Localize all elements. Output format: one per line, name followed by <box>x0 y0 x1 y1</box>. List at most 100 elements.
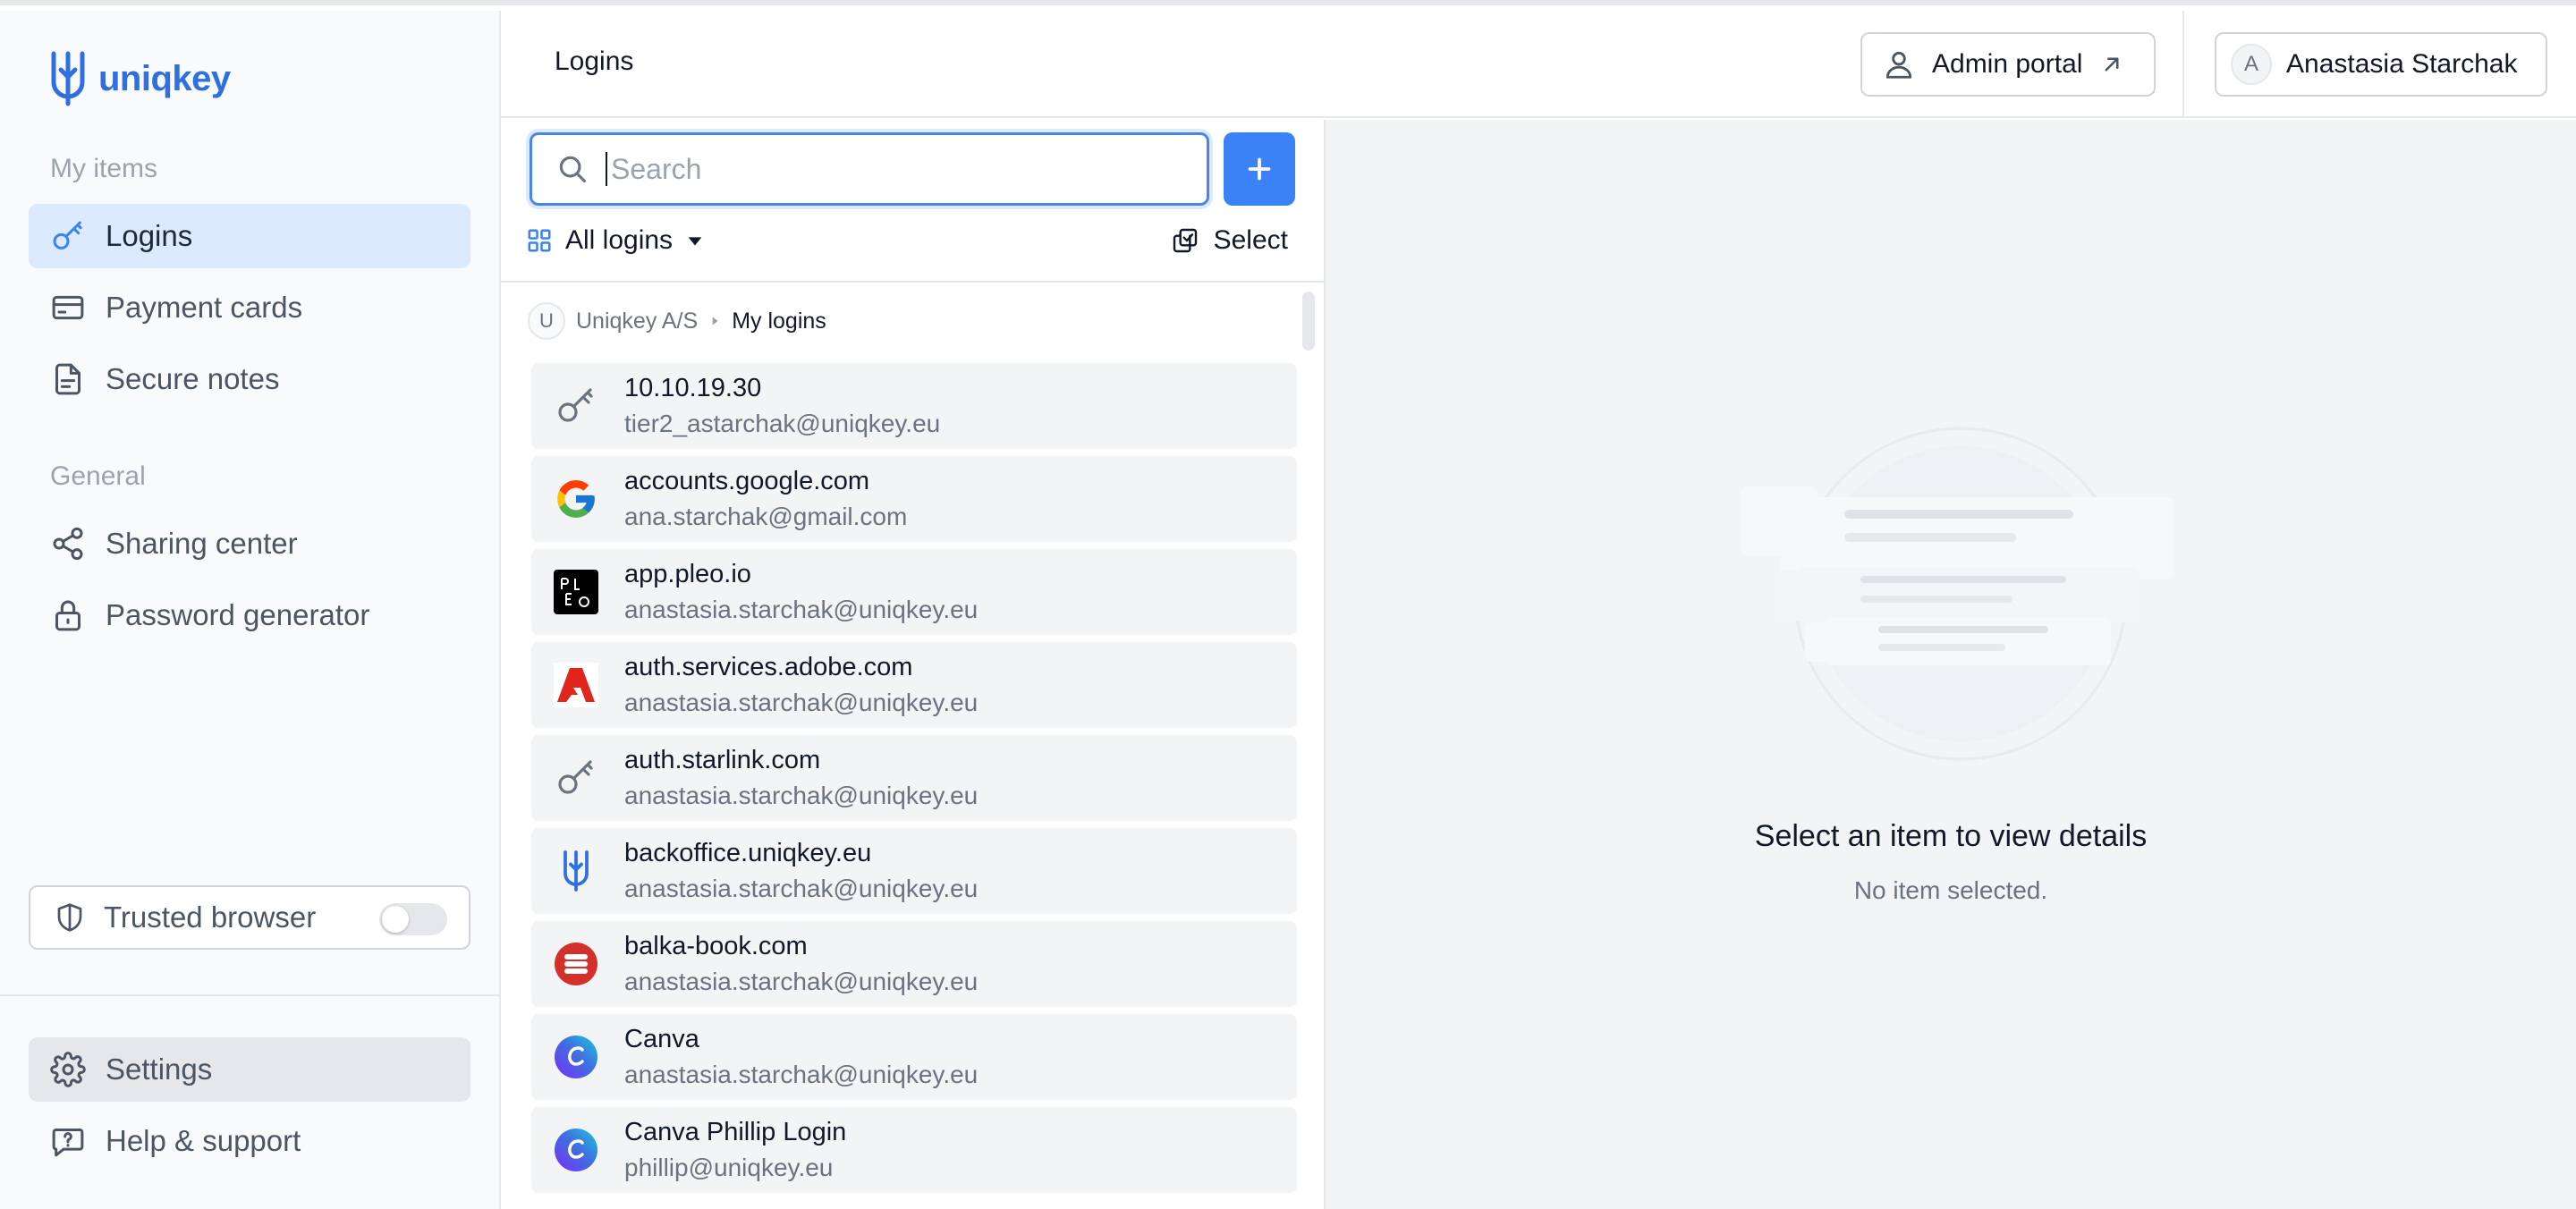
sidebar-item-secure-notes[interactable]: Secure notes <box>29 347 470 411</box>
logo-text: uniqkey <box>98 58 231 98</box>
empty-state-subtitle: No item selected. <box>1853 876 2048 904</box>
canva-icon <box>551 1032 601 1082</box>
page-title: Logins <box>555 46 634 76</box>
adobe-icon <box>551 660 601 710</box>
login-username: tier2_astarchak@uniqkey.eu <box>624 410 941 437</box>
login-row[interactable]: balka-book.com anastasia.starchak@uniqke… <box>531 921 1297 1007</box>
login-row[interactable]: app.pleo.io anastasia.starchak@uniqkey.e… <box>531 549 1297 635</box>
list-divider <box>501 281 1324 283</box>
credit-card-icon <box>52 295 84 320</box>
key-icon <box>551 753 601 803</box>
select-label: Select <box>1213 225 1288 255</box>
top-header: Logins Admin portal A Anastasia Starchak <box>501 11 2576 118</box>
sidebar-item-label: Sharing center <box>106 527 298 560</box>
note-icon <box>55 363 80 395</box>
login-username: anastasia.starchak@uniqkey.eu <box>624 689 979 716</box>
empty-state-illustration <box>1741 427 2174 761</box>
app-window: uniqkey My items Logins Payment cards Se… <box>0 0 2576 1209</box>
login-row[interactable]: 10.10.19.30 tier2_astarchak@uniqkey.eu <box>531 363 1297 449</box>
search-field[interactable]: Search <box>530 132 1209 206</box>
shield-icon <box>57 903 82 932</box>
balka-book-icon <box>551 939 601 989</box>
chevron-right-icon <box>712 317 718 326</box>
select-button[interactable]: Select <box>1171 225 1288 256</box>
sidebar-item-payment-cards[interactable]: Payment cards <box>29 275 470 340</box>
breadcrumb: U Uniqkey A/S My logins <box>528 302 826 340</box>
org-avatar: U <box>528 302 565 340</box>
sidebar-item-label: Secure notes <box>106 362 280 395</box>
trusted-browser-toggle[interactable] <box>379 903 447 935</box>
user-name: Anastasia Starchak <box>2286 49 2518 79</box>
login-title: Canva <box>624 1025 699 1053</box>
login-username: anastasia.starchak@uniqkey.eu <box>624 596 979 623</box>
sidebar-item-settings[interactable]: Settings <box>29 1037 470 1102</box>
sidebar: uniqkey My items Logins Payment cards Se… <box>0 11 501 1209</box>
uniqkey-logo-icon <box>51 51 85 106</box>
login-row[interactable]: auth.starlink.com anastasia.starchak@uni… <box>531 735 1297 821</box>
breadcrumb-org[interactable]: Uniqkey A/S <box>576 309 698 334</box>
login-list: 10.10.19.30 tier2_astarchak@uniqkey.eu a… <box>531 363 1297 1200</box>
avatar: A <box>2231 44 2272 85</box>
key-icon <box>53 221 82 249</box>
pleo-icon <box>551 567 601 617</box>
grid-icon <box>528 229 551 252</box>
caret-down-icon <box>688 237 702 246</box>
admin-portal-label: Admin portal <box>1932 49 2083 79</box>
filter-label: All logins <box>565 225 674 255</box>
canva-icon <box>551 1125 601 1175</box>
search-placeholder: Search <box>611 152 702 185</box>
login-title: Canva Phillip Login <box>624 1118 847 1146</box>
sidebar-item-sharing-center[interactable]: Sharing center <box>29 512 470 576</box>
uniqkey-icon <box>551 846 601 896</box>
select-multiple-icon <box>1173 228 1197 253</box>
login-username: anastasia.starchak@uniqkey.eu <box>624 875 979 902</box>
section-label-my-items: My items <box>50 154 157 183</box>
user-menu-button[interactable]: A Anastasia Starchak <box>2215 32 2547 97</box>
detail-pane: Select an item to view details No item s… <box>1326 120 2576 1209</box>
uniqkey-logo[interactable]: uniqkey <box>47 46 231 111</box>
sidebar-item-password-generator[interactable]: Password generator <box>29 583 470 647</box>
sidebar-item-label: Password generator <box>106 598 370 631</box>
plus-icon <box>1248 157 1271 181</box>
share-icon <box>53 527 83 561</box>
trusted-browser-card: Trusted browser <box>29 885 470 950</box>
sidebar-item-label: Help & support <box>106 1124 301 1157</box>
login-username: anastasia.starchak@uniqkey.eu <box>624 782 979 809</box>
login-row[interactable]: Canva anastasia.starchak@uniqkey.eu <box>531 1014 1297 1100</box>
login-row[interactable]: backoffice.uniqkey.eu anastasia.starchak… <box>531 828 1297 914</box>
trusted-browser-label: Trusted browser <box>104 900 317 934</box>
admin-portal-button[interactable]: Admin portal <box>1860 32 2156 97</box>
sidebar-item-help[interactable]: Help & support <box>29 1109 470 1173</box>
login-title: backoffice.uniqkey.eu <box>624 839 872 867</box>
sidebar-item-label: Logins <box>106 219 193 252</box>
add-login-button[interactable] <box>1224 132 1295 206</box>
login-title: app.pleo.io <box>624 560 751 588</box>
help-icon <box>52 1129 84 1157</box>
google-icon <box>551 474 601 524</box>
logins-list-pane: Search All logins Select U Uniqkey A/S M… <box>501 120 1326 1209</box>
sidebar-item-logins[interactable]: Logins <box>29 204 470 268</box>
list-scrollbar[interactable] <box>1302 292 1315 351</box>
lock-icon <box>55 600 80 631</box>
section-label-general: General <box>50 461 146 491</box>
sidebar-divider <box>0 994 501 996</box>
sidebar-item-label: Settings <box>106 1053 213 1086</box>
login-username: anastasia.starchak@uniqkey.eu <box>624 968 979 995</box>
login-title: accounts.google.com <box>624 467 870 495</box>
text-caret <box>606 152 607 186</box>
gear-icon <box>50 1052 86 1087</box>
user-icon <box>1885 51 1912 79</box>
external-link-icon <box>2105 57 2119 72</box>
login-title: auth.services.adobe.com <box>624 653 913 681</box>
breadcrumb-current: My logins <box>732 308 826 334</box>
header-separator <box>2182 11 2184 118</box>
all-logins-filter[interactable]: All logins <box>526 225 705 256</box>
login-row[interactable]: auth.services.adobe.com anastasia.starch… <box>531 642 1297 728</box>
login-row[interactable]: Canva Phillip Login phillip@uniqkey.eu <box>531 1107 1297 1193</box>
login-username: anastasia.starchak@uniqkey.eu <box>624 1061 979 1088</box>
login-row[interactable]: accounts.google.com ana.starchak@gmail.c… <box>531 456 1297 542</box>
search-icon <box>559 156 587 183</box>
login-title: auth.starlink.com <box>624 746 821 774</box>
empty-state-title: Select an item to view details <box>1754 819 2148 853</box>
sidebar-item-label: Payment cards <box>106 291 303 324</box>
